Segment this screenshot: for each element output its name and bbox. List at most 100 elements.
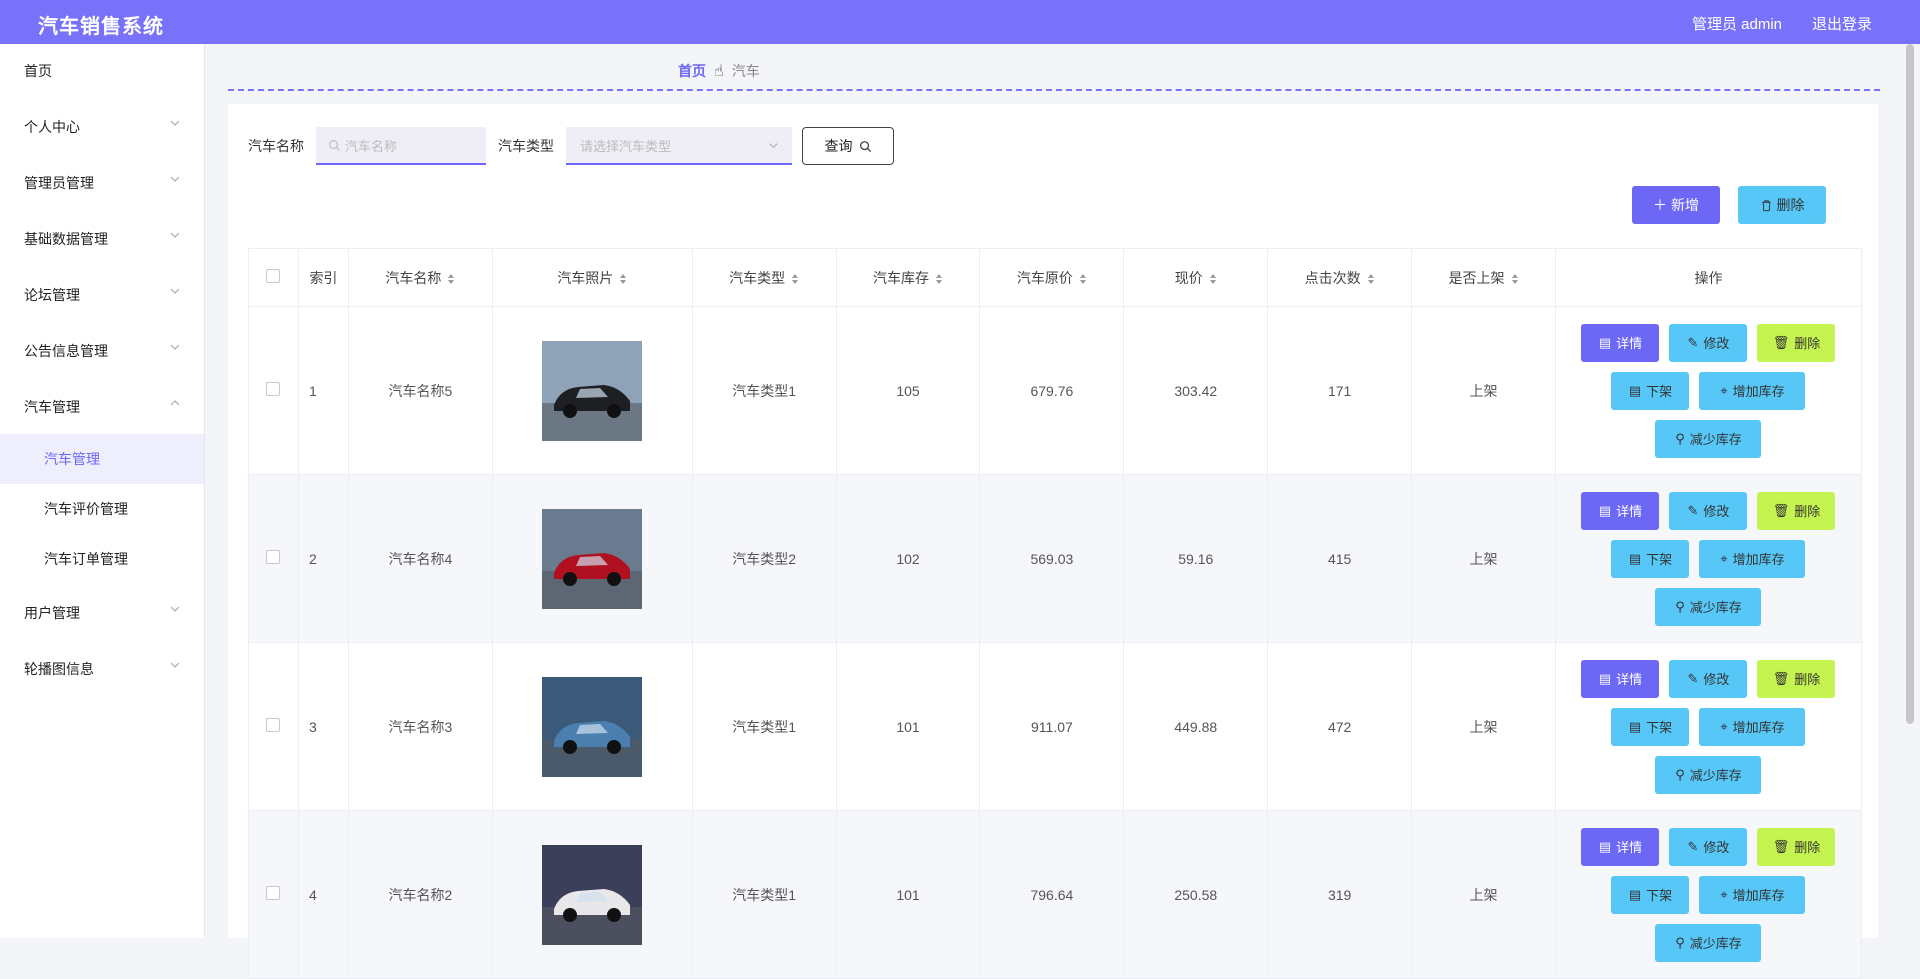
trash-icon [1761,199,1771,211]
header-car-name[interactable]: 汽车名称 [347,248,493,307]
add-stock-button[interactable]: ⌖ 增加库存 [1699,707,1806,746]
edit-button[interactable]: ✎ 修改 [1669,323,1748,362]
header-label: 点击次数 [1304,269,1361,286]
table-row: 2 汽车名称4 汽车类型2 102 569.03 59.16 415 上架 ▤ 详情 ✎ 修改 🗑 删除 ▤… [248,474,1863,643]
header-clicks[interactable]: 点击次数 [1267,248,1413,307]
car-type-select[interactable]: 请选择汽车类型 [566,127,792,165]
sort-icon[interactable] [1209,273,1217,285]
document-icon: ▤ [1598,838,1612,854]
sidebar-subitem-car-review[interactable]: 汽车评价管理 [0,484,204,534]
row-checkbox[interactable] [266,886,281,900]
query-button[interactable]: 查询 [802,127,894,165]
add-stock-button[interactable]: ⌖ 增加库存 [1699,371,1806,410]
detail-button[interactable]: ▤ 详情 [1581,659,1660,698]
sidebar-item-label: 管理员管理 [24,175,94,191]
detail-button[interactable]: ▤ 详情 [1581,323,1660,362]
row-checkbox[interactable] [266,550,281,564]
row-select-cell[interactable] [248,642,299,811]
reduce-stock-button[interactable]: ⚲ 减少库存 [1655,755,1762,794]
delete-label: 删除 [1794,840,1821,855]
sort-icon[interactable] [791,273,799,285]
cell-on-shelf: 上架 [1411,642,1556,811]
cell-on-shelf: 上架 [1411,306,1556,475]
off-shelf-label: 下架 [1646,552,1673,567]
cell-clicks: 171 [1267,306,1413,475]
logout-link[interactable]: 退出登录 [1812,13,1872,34]
off-shelf-button[interactable]: ▤ 下架 [1611,371,1690,410]
add-stock-button[interactable]: ⌖ 增加库存 [1699,875,1806,914]
header-car-stock[interactable]: 汽车库存 [835,248,981,307]
header-label: 汽车名称 [385,269,442,286]
sidebar-item-profile[interactable]: 个人中心 [0,102,204,152]
batch-delete-button[interactable]: 删除 [1738,186,1826,224]
sort-icon[interactable] [447,273,455,285]
sort-icon[interactable] [1367,273,1375,285]
sidebar-item-admin-mgmt[interactable]: 管理员管理 [0,158,204,208]
chevron-down-icon [170,232,180,238]
off-shelf-button[interactable]: ▤ 下架 [1611,539,1690,578]
sidebar-item-home[interactable]: 首页 [0,46,204,96]
off-shelf-button[interactable]: ▤ 下架 [1611,707,1690,746]
off-shelf-button[interactable]: ▤ 下架 [1611,875,1690,914]
breadcrumb-home[interactable]: 首页 [678,61,706,81]
sort-icon[interactable] [1511,273,1519,285]
sort-icon[interactable] [1079,273,1087,285]
cell-car-photo [491,306,693,475]
search-icon [329,139,341,151]
header-original-price[interactable]: 汽车原价 [979,248,1125,307]
sort-icon[interactable] [935,273,943,285]
delete-button[interactable]: 🗑 删除 [1757,659,1836,698]
scrollbar[interactable] [1906,44,1914,724]
detail-label: 详情 [1616,672,1643,687]
sort-icon[interactable] [619,273,627,285]
header-on-shelf[interactable]: 是否上架 [1411,248,1556,307]
detail-button[interactable]: ▤ 详情 [1581,491,1660,530]
header-car-type[interactable]: 汽车类型 [691,248,837,307]
detail-label: 详情 [1616,336,1643,351]
sidebar-item-base-data[interactable]: 基础数据管理 [0,214,204,264]
add-button[interactable]: ＋ 新增 [1632,186,1720,224]
row-select-cell[interactable] [248,306,299,475]
cell-clicks: 319 [1267,810,1413,979]
edit-button[interactable]: ✎ 修改 [1669,491,1748,530]
pencil-icon: ✎ [1687,838,1699,854]
sidebar-item-user-mgmt[interactable]: 用户管理 [0,588,204,638]
sidebar-item-carousel[interactable]: 轮播图信息 [0,644,204,694]
reduce-stock-button[interactable]: ⚲ 减少库存 [1655,587,1762,626]
sidebar-subitem-car[interactable]: 汽车管理 [0,434,204,484]
reduce-stock-button[interactable]: ⚲ 减少库存 [1655,923,1762,962]
edit-button[interactable]: ✎ 修改 [1669,659,1748,698]
table-row: 3 汽车名称3 汽车类型1 101 911.07 449.88 472 上架 ▤ 详情 ✎ 修改 🗑 删除… [248,642,1863,811]
delete-button[interactable]: 🗑 删除 [1757,827,1836,866]
chevron-down-icon [170,606,180,612]
add-stock-button[interactable]: ⌖ 增加库存 [1699,539,1806,578]
row-checkbox[interactable] [266,382,281,396]
row-checkbox[interactable] [266,718,281,732]
row-select-cell[interactable] [248,810,299,979]
cell-car-photo [491,474,693,643]
delete-button[interactable]: 🗑 删除 [1757,323,1836,362]
edit-button[interactable]: ✎ 修改 [1669,827,1748,866]
reduce-stock-button[interactable]: ⚲ 减少库存 [1655,419,1762,458]
row-select-cell[interactable] [248,474,299,643]
sidebar-item-car-mgmt[interactable]: 汽车管理 [0,382,204,432]
car-name-input[interactable]: 汽车名称 [316,127,486,165]
cell-original-price: 679.76 [979,306,1125,475]
cell-car-photo [491,810,693,979]
select-all-checkbox[interactable] [266,269,281,283]
document-icon: ▤ [1598,502,1612,518]
header-label: 汽车原价 [1016,269,1073,286]
header-price[interactable]: 现价 [1123,248,1269,307]
detail-button[interactable]: ▤ 详情 [1581,827,1660,866]
breadcrumb-current: 汽车 [731,63,760,79]
sidebar-item-forum[interactable]: 论坛管理 [0,270,204,320]
app-title: 汽车销售系统 [38,16,164,38]
add-stock-label: 增加库存 [1732,888,1785,903]
sidebar-subitem-car-order[interactable]: 汽车订单管理 [0,534,204,584]
delete-button[interactable]: 🗑 删除 [1757,491,1836,530]
header-car-photo[interactable]: 汽车照片 [491,248,693,307]
cell-car-type: 汽车类型1 [691,642,837,811]
cell-car-type: 汽车类型1 [691,306,837,475]
select-all-cell[interactable] [248,248,299,307]
sidebar-item-notice[interactable]: 公告信息管理 [0,326,204,376]
